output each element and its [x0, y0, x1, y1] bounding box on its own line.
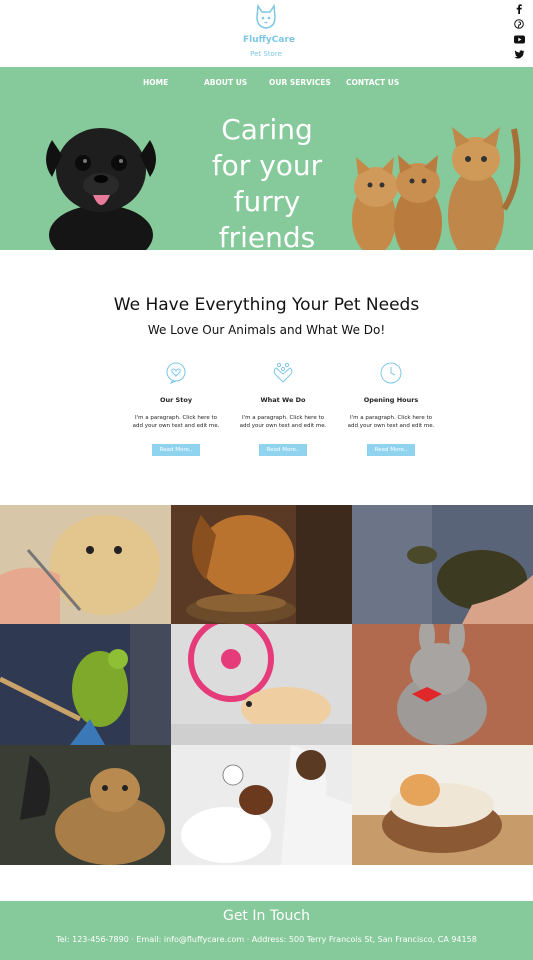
nav-our-services[interactable]: OUR SERVICES — [269, 78, 331, 87]
intro-title: We Have Everything Your Pet Needs — [113, 295, 420, 315]
read-more-button[interactable]: Read More.. — [152, 444, 200, 456]
footer-title: Get In Touch — [222, 908, 311, 924]
brand-tagline: Pet Store — [250, 50, 282, 58]
twitter-icon[interactable] — [513, 48, 525, 60]
gallery-photo-cat[interactable] — [0, 745, 171, 865]
feature-title: Our Stoy — [159, 396, 193, 404]
photo-gallery — [0, 505, 533, 865]
intro-subtitle: We Love Our Animals and What We Do! — [147, 323, 386, 337]
hero-headline: Caring for your furry friends — [188, 112, 346, 250]
gallery-photo-hamster[interactable] — [171, 624, 352, 745]
site-footer: Get In Touch Tel: 123-456-7890 · Email: … — [0, 901, 533, 960]
feature-what-we-do: What We Do I'm a paragraph. Click here t… — [228, 362, 338, 456]
feature-text[interactable]: I'm a paragraph. Click here to add your … — [121, 414, 231, 430]
footer-contact: Tel: 123-456-7890 · Email: info@fluffyca… — [56, 935, 477, 944]
nav-home[interactable]: HOME — [143, 78, 168, 87]
social-bar — [513, 3, 527, 63]
nav-about-us[interactable]: ABOUT US — [204, 78, 247, 87]
hero-line-1: Caring — [221, 113, 313, 146]
site-header: FluffyCare Pet Store — [0, 0, 533, 67]
youtube-icon[interactable] — [513, 33, 525, 45]
paw-heart-icon — [273, 362, 293, 383]
gallery-photo-turtle[interactable] — [352, 505, 533, 624]
hero-banner: HOME ABOUT US OUR SERVICES CONTACT US Ca… — [0, 67, 533, 250]
hero-line-3: furry friends — [218, 185, 316, 250]
read-more-button[interactable]: Read More.. — [259, 444, 307, 456]
clock-icon — [380, 362, 402, 384]
heart-bubble-icon — [166, 362, 186, 385]
read-more-button[interactable]: Read More.. — [367, 444, 415, 456]
nav-contact-us[interactable]: CONTACT US — [346, 78, 399, 87]
dog-logo-icon — [256, 3, 276, 29]
feature-title: What We Do — [260, 396, 306, 404]
feature-title: Opening Hours — [363, 396, 419, 404]
feature-opening-hours: Opening Hours I'm a paragraph. Click her… — [336, 362, 446, 456]
hero-line-2: for your — [211, 149, 323, 182]
brand-name: FluffyCare — [243, 35, 296, 45]
intro-section: We Have Everything Your Pet Needs We Lov… — [0, 250, 533, 505]
feature-our-story: Our Stoy I'm a paragraph. Click here to … — [121, 362, 231, 456]
gallery-photo-vet[interactable] — [171, 745, 352, 865]
gallery-photo-cat-bed[interactable] — [352, 745, 533, 865]
gallery-photo-dog-eating[interactable] — [171, 505, 352, 624]
pinterest-icon[interactable] — [513, 18, 525, 30]
logo[interactable]: FluffyCare — [243, 3, 296, 45]
gallery-photo-parrot[interactable] — [0, 624, 171, 745]
gallery-photo-dog-grooming[interactable] — [0, 505, 171, 624]
facebook-icon[interactable] — [513, 3, 525, 15]
pug-image — [46, 128, 156, 250]
feature-text[interactable]: I'm a paragraph. Click here to add your … — [228, 414, 338, 430]
kittens-image — [352, 127, 521, 250]
main-nav: HOME ABOUT US OUR SERVICES CONTACT US — [0, 78, 533, 92]
gallery-photo-rabbit[interactable] — [352, 624, 533, 745]
feature-text[interactable]: I'm a paragraph. Click here to add your … — [336, 414, 446, 430]
